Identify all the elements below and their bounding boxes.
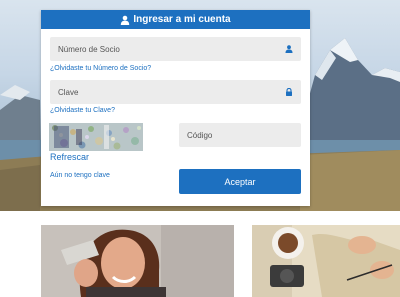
login-title: Ingresar a mi cuenta — [133, 14, 231, 25]
user-icon — [285, 45, 293, 53]
password-input[interactable] — [58, 87, 301, 97]
lock-icon — [286, 88, 292, 96]
captcha-image — [49, 123, 143, 151]
forgot-member-number-link[interactable]: ¿Olvidaste tu Número de Socio? — [50, 65, 151, 72]
promo-image-travel[interactable] — [252, 225, 400, 297]
password-field[interactable] — [50, 80, 301, 104]
no-password-link[interactable]: Aún no tengo clave — [50, 172, 110, 179]
member-number-input[interactable] — [58, 44, 301, 54]
refresh-captcha-link[interactable]: Refrescar — [50, 152, 89, 162]
forgot-password-link[interactable]: ¿Olvidaste tu Clave? — [50, 107, 115, 114]
promo-image-woman[interactable] — [41, 225, 234, 297]
member-number-field[interactable] — [50, 37, 301, 61]
login-header: Ingresar a mi cuenta — [41, 10, 310, 29]
accept-button[interactable]: Aceptar — [179, 169, 301, 194]
code-input[interactable] — [187, 130, 301, 140]
user-icon — [121, 15, 130, 25]
code-field[interactable] — [179, 123, 301, 147]
